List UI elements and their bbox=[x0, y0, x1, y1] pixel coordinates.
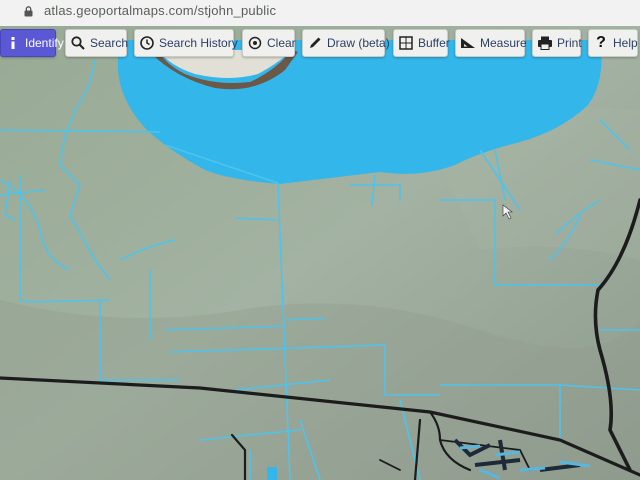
search-button[interactable]: Search bbox=[65, 29, 129, 57]
measure-button[interactable]: Measure bbox=[455, 29, 527, 57]
buffer-icon bbox=[398, 35, 414, 51]
search-history-label: Search History bbox=[159, 36, 238, 50]
pencil-icon bbox=[307, 35, 323, 51]
map-canvas[interactable] bbox=[0, 22, 640, 480]
clear-button[interactable]: Clear bbox=[242, 29, 296, 57]
search-icon bbox=[70, 35, 86, 51]
identify-icon bbox=[5, 35, 21, 51]
draw-label: Draw (beta) bbox=[327, 36, 390, 50]
clear-label: Clear bbox=[267, 36, 296, 50]
map-toolbar: Identify Search Search History Clear Dra… bbox=[0, 28, 640, 62]
help-icon: ? bbox=[596, 34, 606, 51]
buffer-label: Buffer bbox=[418, 36, 450, 50]
identify-button[interactable]: Identify bbox=[0, 29, 64, 57]
search-history-button[interactable]: Search History bbox=[134, 29, 238, 57]
print-button[interactable]: Print bbox=[532, 29, 582, 57]
lock-icon bbox=[24, 6, 33, 17]
help-label: Help bbox=[613, 36, 638, 50]
print-label: Print bbox=[557, 36, 582, 50]
measure-label: Measure bbox=[480, 36, 527, 50]
browser-address-bar[interactable]: atlas.geoportalmaps.com/stjohn_public bbox=[0, 0, 640, 26]
printer-icon bbox=[537, 35, 553, 51]
small-parcel bbox=[267, 467, 277, 480]
help-button[interactable]: ? Help bbox=[588, 29, 638, 57]
draw-button[interactable]: Draw (beta) bbox=[302, 29, 390, 57]
url-text: atlas.geoportalmaps.com/stjohn_public bbox=[44, 3, 277, 18]
identify-label: Identify bbox=[25, 36, 64, 50]
clock-icon bbox=[139, 35, 155, 51]
search-label: Search bbox=[90, 36, 129, 50]
ruler-icon bbox=[460, 35, 476, 51]
clear-icon bbox=[247, 35, 263, 51]
buffer-button[interactable]: Buffer bbox=[393, 29, 450, 57]
